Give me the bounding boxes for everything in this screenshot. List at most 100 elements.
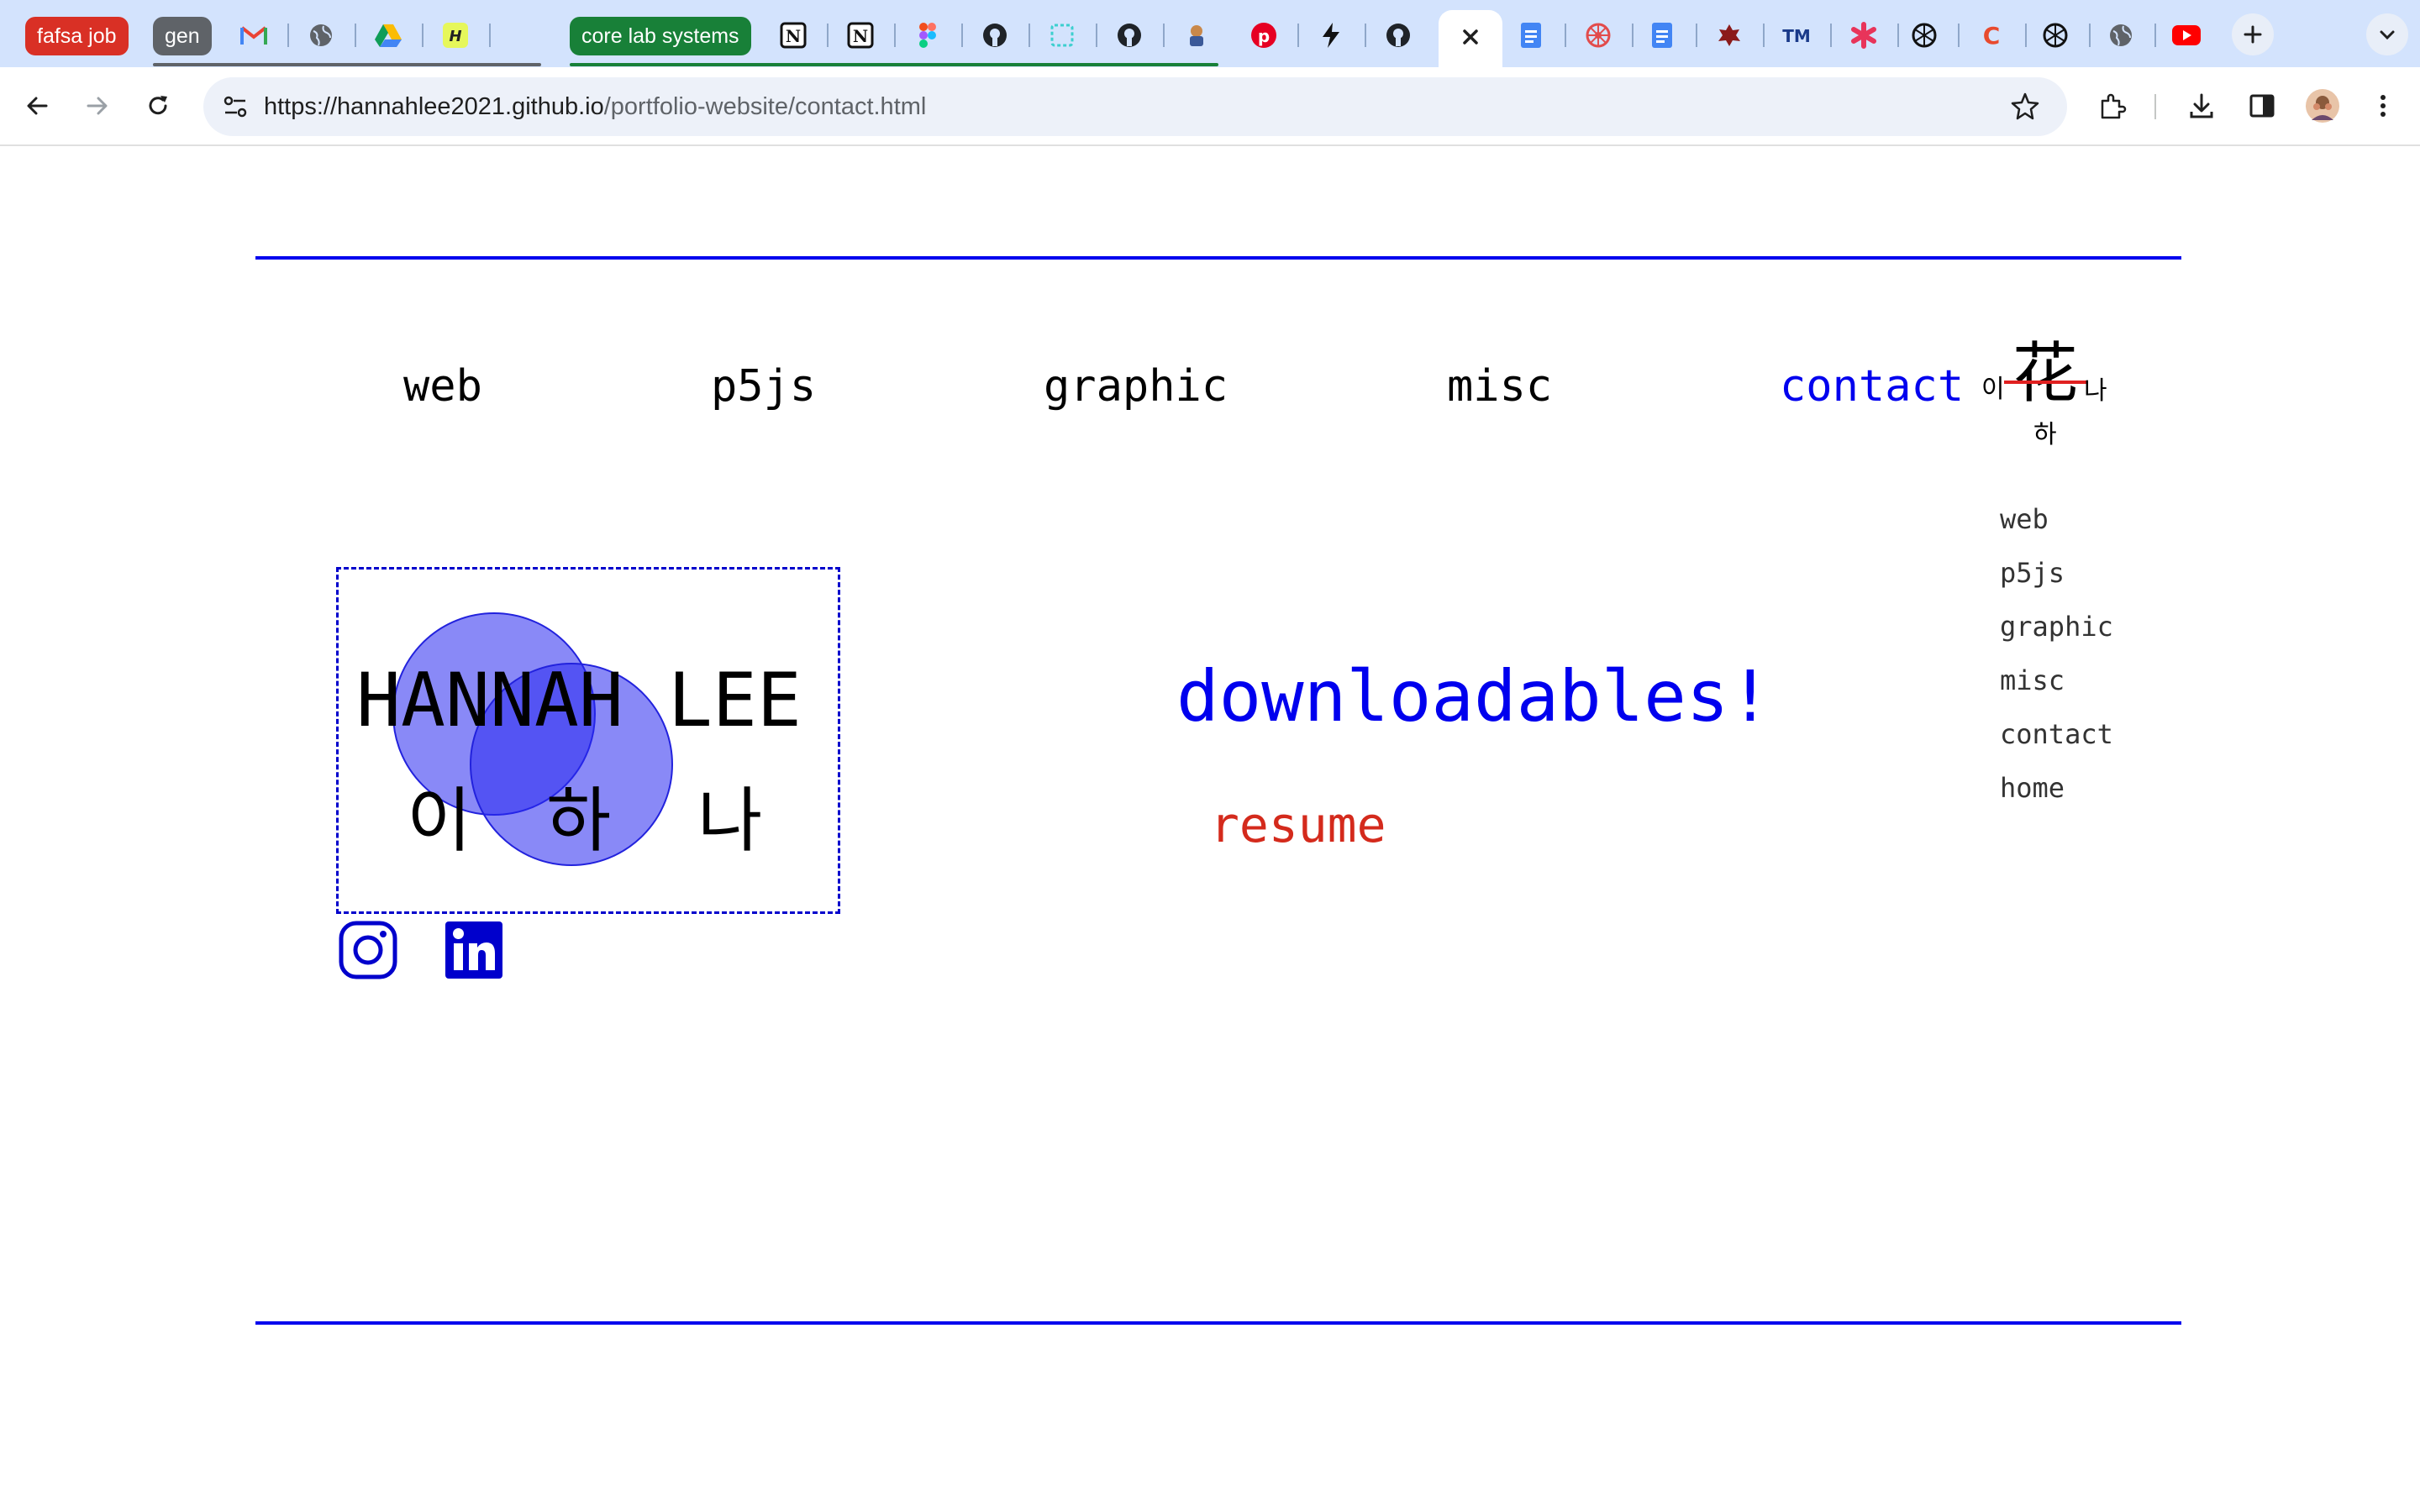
svg-text:p: p bbox=[1258, 26, 1270, 46]
card-hangul-na: 나 bbox=[697, 780, 763, 862]
notion-icon[interactable]: N bbox=[776, 18, 810, 52]
nav-contact[interactable]: contact bbox=[1780, 361, 1964, 412]
asterisk-icon[interactable] bbox=[1847, 18, 1881, 52]
side-menu-web[interactable]: web bbox=[2000, 492, 2113, 546]
site-info-icon[interactable] bbox=[220, 92, 250, 125]
side-menu-graphic[interactable]: graphic bbox=[2000, 600, 2113, 654]
tab-separator bbox=[1297, 24, 1299, 47]
tab-separator bbox=[894, 24, 896, 47]
card-name: HANNAH LEE bbox=[356, 657, 802, 743]
nav-web[interactable]: web bbox=[403, 361, 482, 412]
svg-text:TM: TM bbox=[1782, 26, 1811, 46]
tab-strip: fafsa job gen core lab systems H N N p T… bbox=[0, 0, 2420, 67]
card-hangul-i: 이 bbox=[407, 780, 472, 862]
linkedin-icon[interactable] bbox=[444, 920, 504, 980]
tab-group-gen[interactable]: gen bbox=[153, 17, 212, 55]
hackmd-icon[interactable]: H bbox=[439, 18, 472, 52]
downloadables-heading: downloadables! bbox=[1176, 655, 1772, 738]
tab-separator bbox=[489, 24, 491, 47]
toolbar-divider bbox=[2154, 94, 2156, 119]
tab-group-core-lab-systems[interactable]: core lab systems bbox=[570, 17, 751, 55]
globe-icon[interactable] bbox=[304, 18, 338, 52]
docs-icon[interactable] bbox=[1645, 18, 1679, 52]
download-icon[interactable] bbox=[2181, 86, 2222, 126]
active-tab[interactable] bbox=[1439, 10, 1502, 67]
tab-search-button[interactable] bbox=[2366, 13, 2408, 55]
bolt-icon[interactable] bbox=[1314, 18, 1348, 52]
openai-icon[interactable] bbox=[1907, 18, 1941, 52]
character-icon[interactable] bbox=[1180, 18, 1213, 52]
url-text[interactable]: https://hannahlee2021.github.io/portfoli… bbox=[264, 77, 926, 136]
back-button[interactable] bbox=[17, 86, 57, 126]
pinterest-icon[interactable]: p bbox=[1247, 18, 1281, 52]
blank-icon[interactable] bbox=[506, 18, 539, 52]
github-icon[interactable] bbox=[1381, 18, 1415, 52]
tab-separator bbox=[1897, 24, 1899, 47]
side-menu-p5js[interactable]: p5js bbox=[2000, 546, 2113, 600]
side-menu-misc[interactable]: misc bbox=[2000, 654, 2113, 707]
logo-bottom-syllable: 하 bbox=[2033, 420, 2057, 449]
logo-right-syllable: 나 bbox=[2084, 376, 2107, 406]
logo-hanja: 花 bbox=[2012, 336, 2079, 412]
github-icon[interactable] bbox=[1113, 18, 1146, 52]
svg-text:H: H bbox=[449, 28, 461, 45]
drive-icon[interactable] bbox=[371, 18, 405, 52]
youtube-icon[interactable] bbox=[2170, 18, 2203, 52]
tab-group-fafsa-job[interactable]: fafsa job bbox=[25, 17, 129, 55]
side-menu-home[interactable]: home bbox=[2000, 761, 2113, 815]
tab-separator bbox=[1365, 24, 1366, 47]
openai-icon[interactable] bbox=[2039, 18, 2072, 52]
dashed-square-icon[interactable] bbox=[1045, 18, 1079, 52]
tab-separator bbox=[1696, 24, 1697, 47]
bookmark-star-icon[interactable] bbox=[2010, 92, 2040, 125]
side-menu: web p5js graphic misc contact home bbox=[2000, 492, 2113, 815]
profile-avatar[interactable] bbox=[2302, 86, 2343, 126]
instagram-icon[interactable] bbox=[338, 920, 398, 980]
tab-separator bbox=[961, 24, 963, 47]
globe-icon[interactable] bbox=[2104, 18, 2138, 52]
tab-separator bbox=[422, 24, 424, 47]
figma-icon[interactable] bbox=[911, 18, 944, 52]
svg-text:N: N bbox=[853, 26, 868, 46]
close-icon[interactable] bbox=[1455, 22, 1486, 55]
reload-button[interactable] bbox=[138, 86, 178, 126]
nav-graphic[interactable]: graphic bbox=[1044, 361, 1228, 412]
top-rule bbox=[255, 256, 2181, 260]
side-menu-contact[interactable]: contact bbox=[2000, 707, 2113, 761]
github-icon[interactable] bbox=[978, 18, 1012, 52]
svg-text:N: N bbox=[786, 26, 801, 46]
forward-button[interactable] bbox=[77, 86, 118, 126]
tab-separator bbox=[2025, 24, 2027, 47]
nav-p5js[interactable]: p5js bbox=[711, 361, 816, 412]
side-panel-icon[interactable] bbox=[2242, 86, 2282, 126]
wheel-icon[interactable] bbox=[1581, 18, 1615, 52]
address-bar[interactable]: https://hannahlee2021.github.io/portfoli… bbox=[203, 77, 2067, 136]
tab-separator bbox=[1632, 24, 1634, 47]
bottom-rule bbox=[255, 1321, 2181, 1325]
leaf-icon[interactable] bbox=[1712, 18, 1746, 52]
tab-separator bbox=[1163, 24, 1165, 47]
tab-separator bbox=[827, 24, 829, 47]
tm-icon[interactable]: TM bbox=[1780, 18, 1813, 52]
notion-icon[interactable]: N bbox=[844, 18, 877, 52]
tab-separator bbox=[2154, 24, 2156, 47]
tab-separator bbox=[2089, 24, 2091, 47]
nav-misc[interactable]: misc bbox=[1447, 361, 1552, 412]
logo-left-syllable: 이 bbox=[1981, 375, 2005, 404]
tab-separator bbox=[1028, 24, 1030, 47]
tab-separator bbox=[355, 24, 356, 47]
extensions-icon[interactable] bbox=[2092, 86, 2133, 126]
tab-group-core-lab-underline bbox=[570, 63, 1218, 66]
logo-strike-line bbox=[2004, 381, 2088, 384]
gmail-icon[interactable] bbox=[237, 18, 271, 52]
docs-icon[interactable] bbox=[1514, 18, 1548, 52]
new-tab-button[interactable] bbox=[2232, 13, 2274, 55]
browser-toolbar: https://hannahlee2021.github.io/portfoli… bbox=[0, 67, 2420, 146]
resume-link[interactable]: resume bbox=[1210, 796, 1386, 853]
svg-text:C: C bbox=[1983, 22, 2001, 49]
url-path: /portfolio-website/contact.html bbox=[603, 93, 927, 120]
url-host: https://hannahlee2021.github.io bbox=[264, 93, 604, 120]
tab-separator bbox=[1565, 24, 1566, 47]
menu-kebab-icon[interactable] bbox=[2363, 86, 2403, 126]
c-icon[interactable]: C bbox=[1975, 18, 2008, 52]
